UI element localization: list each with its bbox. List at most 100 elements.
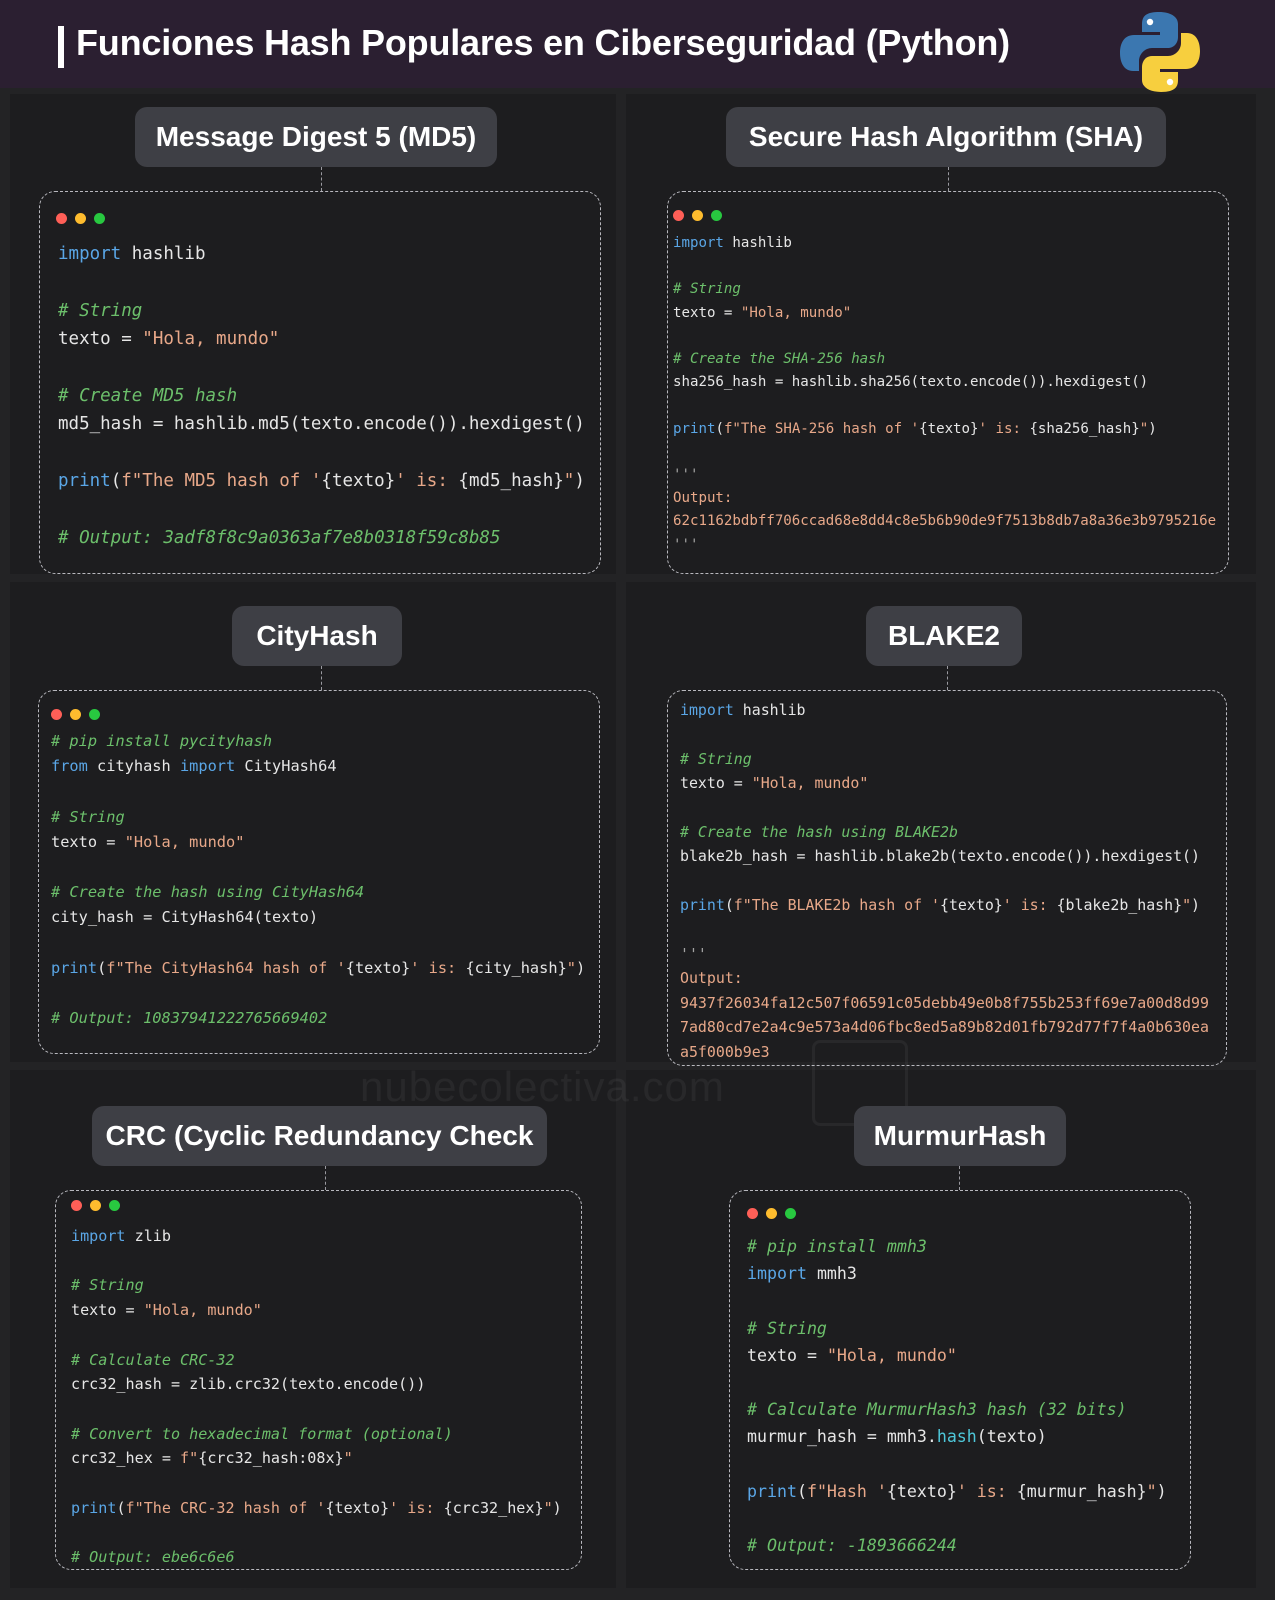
code-line: ''' [673,534,1216,557]
code-token: "Hola, mundo" [740,304,852,321]
code-line: # Calculate MurmurHash3 hash (32 bits) [747,1396,1167,1423]
code-token: {texto} [325,1498,390,1517]
code-token: " [563,471,575,492]
code-token: # Convert to hexadecimal format (optiona… [71,1424,453,1443]
code-line: # Output: -1893666244 [747,1532,1167,1559]
code-token: f"The CRC-32 hash of ' [125,1498,326,1517]
code-token: " [1182,896,1192,915]
code-line: import zlib [71,1224,562,1249]
code-token: ( [796,1481,807,1501]
code-token: city_hash = CityHash64(texto) [51,908,319,927]
code-token: # String [673,281,741,298]
code-line: sha256_hash = hashlib.sha256(texto.encod… [673,371,1216,394]
code-token: {blake2b_hash} [1056,896,1183,915]
code-line: print(f"The SHA-256 hash of '{texto}' is… [673,418,1216,441]
code-token: a5f000b9e3 [680,1042,770,1061]
code-line: texto = "Hola, mundo" [747,1342,1167,1369]
code-token: ) [574,471,585,492]
code-token: # Create the SHA-256 hash [673,351,886,368]
code-token: # Calculate MurmurHash3 hash (32 bits) [747,1400,1127,1420]
code-token: "Hola, mundo" [751,774,869,793]
code-line: # Create the SHA-256 hash [673,348,1216,371]
code-token: ' is: [1002,896,1057,915]
code-token: " [343,1449,353,1468]
code-token: ' is: [978,420,1030,437]
code-token: Output: [673,490,733,507]
code-line: 7ad80cd7e2a4c9e573a4d06fbc8ed5a89b82d01f… [680,1015,1209,1039]
code-token: import [58,244,122,264]
connector-md5 [321,167,322,191]
code-token: print [747,1481,797,1501]
code-token: ( [116,1498,126,1517]
code-line: # Output: 10837941222765669402 [51,1006,585,1031]
code-token: Output: [680,969,743,988]
code-sha: import hashlib # String texto = "Hola, mu… [673,232,1216,557]
code-line: import hashlib [680,698,1209,722]
maximize-dot-icon [89,709,100,720]
code-token: 62c1162bdbff706ccad68e8dd4c8e5b6b90de9f7… [673,513,1217,530]
code-token: {texto} [940,896,1003,915]
code-line: from cityhash import CityHash64 [51,754,585,779]
code-token: ' is: [410,958,466,977]
code-line: ''' [673,464,1216,487]
code-line: city_hash = CityHash64(texto) [51,905,585,930]
close-dot-icon [673,210,684,221]
code-token: # Output: 10837941222765669402 [51,1009,328,1028]
code-token: # String [71,1276,144,1295]
code-token: " [566,958,576,977]
code-token: hash [936,1427,977,1447]
maximize-dot-icon [785,1208,796,1219]
code-token: f" [180,1449,199,1468]
code-token: texto = [58,329,143,350]
code-token: # pip install mmh3 [747,1237,927,1256]
code-token: texto = [747,1345,827,1365]
code-token: "Hola, mundo" [124,832,245,851]
code-token: import [179,757,236,776]
code-line: # pip install mmh3 [747,1233,1167,1260]
code-line: # pip install pycityhash [51,729,585,754]
code-line: murmur_hash = mmh3.hash(texto) [747,1423,1167,1450]
code-line: # Convert to hexadecimal format (optiona… [71,1422,562,1447]
close-dot-icon [51,709,62,720]
minimize-dot-icon [70,709,81,720]
code-token: " [543,1498,553,1517]
code-token: cityhash [87,757,180,776]
code-token: crc32_hex = [71,1449,181,1468]
code-token: # Calculate CRC-32 [71,1350,235,1369]
code-token: print [71,1498,117,1517]
code-token: # String [58,300,143,321]
code-token: blake2b_hash = hashlib.blake2b(texto.enc… [680,847,1200,866]
code-crc: import zlib # String texto = "Hola, mundo… [71,1224,562,1570]
code-line: texto = "Hola, mundo" [673,302,1216,325]
code-token: # String [747,1318,827,1338]
card-title-blake2: BLAKE2 [866,606,1022,666]
code-token: ) [1156,1481,1167,1501]
code-line: # Calculate CRC-32 [71,1348,562,1373]
window-controls [673,210,722,221]
code-block-md5: import hashlib # String texto = "Hola, mu… [39,191,601,574]
title-accent-bar [58,26,64,68]
code-line: # Create MD5 hash [58,382,585,410]
code-token: f"The CityHash64 hash of ' [106,958,346,977]
minimize-dot-icon [90,1200,101,1211]
code-token: "Hola, mundo" [142,329,280,350]
code-line: Output: [673,487,1216,510]
code-line: print(f"The CityHash64 hash of '{texto}'… [51,956,585,981]
code-token: texto = [71,1301,144,1320]
code-line: import hashlib [673,232,1216,255]
code-line: print(f"Hash '{texto}' is: {murmur_hash}… [747,1478,1167,1505]
code-token: import [71,1227,126,1245]
code-block-crc: import zlib # String texto = "Hola, mundo… [55,1190,582,1570]
code-murmur: # pip install mmh3 import mmh3 # String te… [747,1233,1167,1559]
code-line: # Output: ebe6c6e6 [71,1545,562,1570]
code-token: print [673,420,716,437]
code-token: # String [680,749,752,768]
